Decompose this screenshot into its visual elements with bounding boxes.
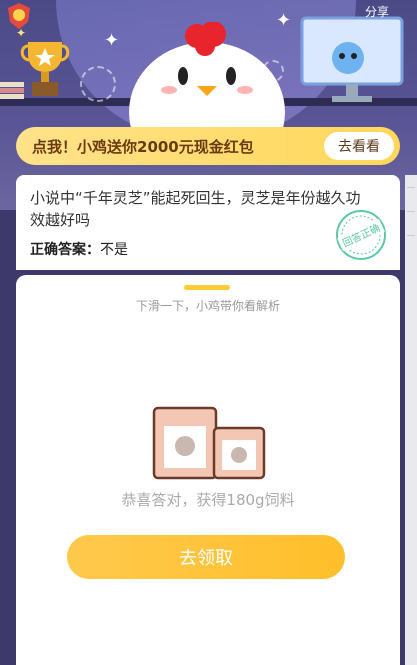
trophy-icon	[20, 42, 70, 96]
promo-text: 点我！小鸡送你2000元现金红包	[32, 137, 254, 156]
side-scroll-strip	[405, 175, 417, 665]
correct-stamp-icon: 回答正确	[336, 210, 386, 260]
go-look-button[interactable]: 去看看	[324, 132, 394, 160]
books-icon	[0, 82, 24, 99]
question-card: 小说中“千年灵芝”能起死回生，灵芝是年份越久功效越好吗 正确答案：不是 回答正确	[16, 175, 400, 270]
promo-banner[interactable]: 点我！小鸡送你2000元现金红包 去看看	[16, 127, 400, 165]
answer-value: 不是	[100, 242, 128, 258]
drag-handle[interactable]	[184, 285, 230, 290]
sparkle-icon: ✦	[16, 26, 27, 40]
claim-button[interactable]: 去领取	[67, 535, 345, 579]
monitor-icon	[300, 16, 404, 102]
swipe-hint: 下滑一下，小鸡带你看解析	[135, 299, 280, 313]
feed-bags-icon	[152, 406, 266, 480]
decor-ring	[80, 66, 116, 102]
reward-text: 恭喜答对，获得180g饲料	[121, 491, 295, 509]
share-link[interactable]: 分享	[365, 3, 389, 20]
analysis-panel: 下滑一下，小鸡带你看解析 恭喜答对，获得180g饲料 去领取	[16, 275, 400, 665]
question-text: 小说中“千年灵芝”能起死回生，灵芝是年份越久功效越好吗	[30, 189, 361, 229]
answer-label: 正确答案：	[30, 242, 100, 258]
correct-answer: 正确答案：不是	[30, 239, 128, 259]
sparkle-icon: ✦	[104, 30, 120, 51]
